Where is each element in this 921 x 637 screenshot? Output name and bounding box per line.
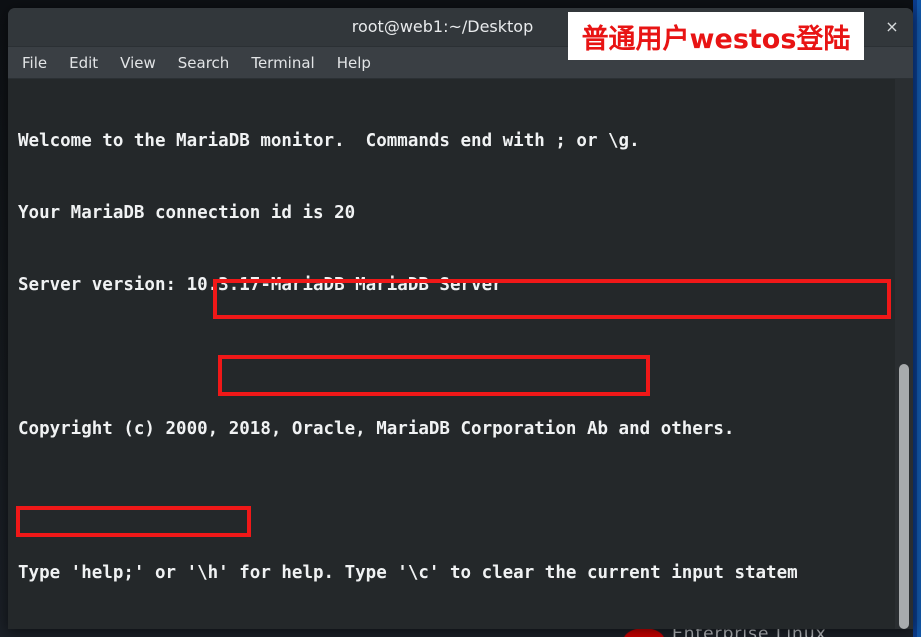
- terminal-output-area[interactable]: Welcome to the MariaDB monitor. Commands…: [8, 79, 913, 629]
- desktop-right-edge-inner: [917, 0, 921, 637]
- terminal-line: Server version: 10.3.17-MariaDB MariaDB …: [18, 275, 503, 295]
- screen: Enterprise Linux root@web1:~/Desktop × F…: [0, 0, 921, 637]
- menu-item-edit[interactable]: Edit: [69, 54, 98, 72]
- close-icon[interactable]: ×: [881, 16, 903, 38]
- menu-item-terminal[interactable]: Terminal: [251, 54, 314, 72]
- annotation-note-text: 普通用户westos登陆: [581, 23, 851, 55]
- annotation-note: 普通用户westos登陆: [568, 12, 864, 60]
- menu-item-help[interactable]: Help: [337, 54, 371, 72]
- terminal-line: Copyright (c) 2000, 2018, Oracle, MariaD…: [18, 419, 735, 439]
- terminal-window: root@web1:~/Desktop × File Edit View Sea…: [8, 8, 913, 629]
- scrollbar-thumb[interactable]: [899, 364, 909, 629]
- terminal-line: Welcome to the MariaDB monitor. Commands…: [18, 131, 640, 151]
- menu-item-search[interactable]: Search: [178, 54, 230, 72]
- terminal-line: Your MariaDB connection id is 20: [18, 203, 356, 223]
- terminal-line: Type 'help;' or '\h' for help. Type '\c'…: [18, 563, 798, 583]
- scrollbar-track[interactable]: [895, 79, 913, 629]
- menu-item-file[interactable]: File: [22, 54, 47, 72]
- menu-item-view[interactable]: View: [120, 54, 156, 72]
- terminal-text: Welcome to the MariaDB monitor. Commands…: [18, 81, 887, 629]
